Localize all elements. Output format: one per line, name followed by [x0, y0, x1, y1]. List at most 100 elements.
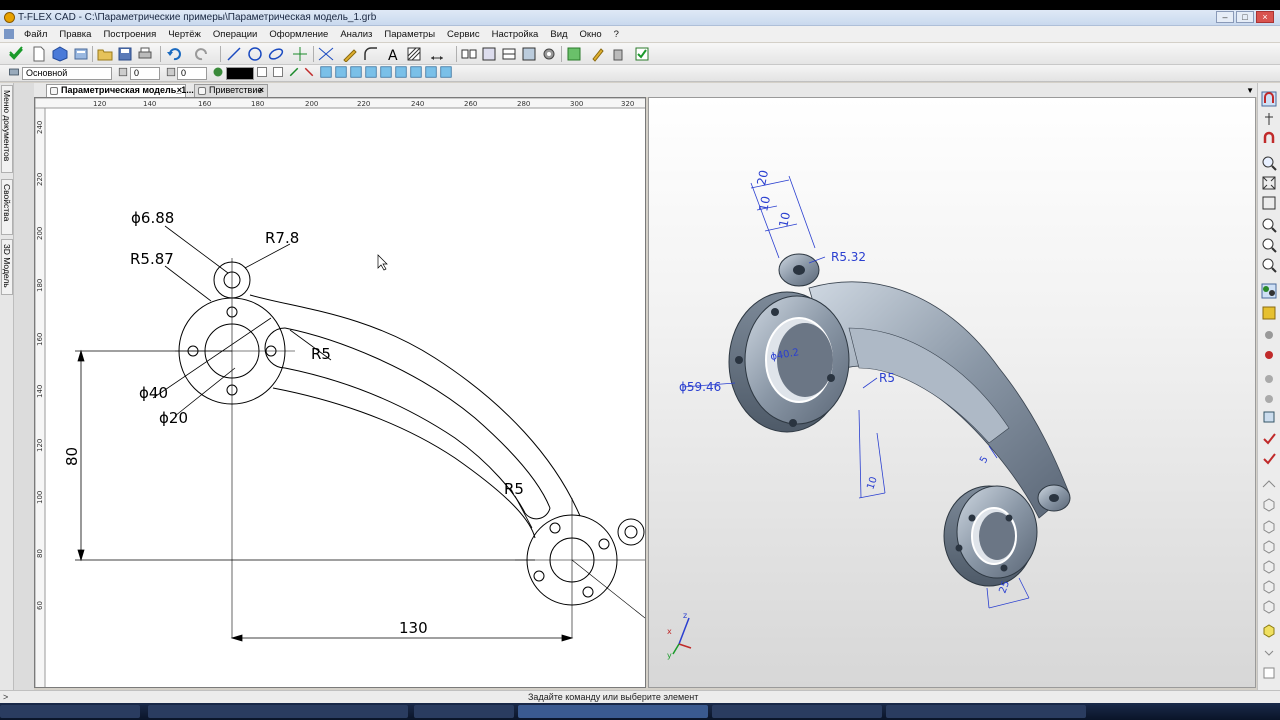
snap-grid-icon[interactable]: [440, 66, 452, 78]
menu-service[interactable]: Сервис: [441, 29, 486, 40]
menu-help[interactable]: ?: [608, 29, 625, 40]
print-icon[interactable]: [137, 46, 153, 62]
menu-draw[interactable]: Чертёж: [162, 29, 207, 40]
color-swatch[interactable]: [226, 67, 254, 80]
explode-icon[interactable]: [1261, 391, 1277, 407]
menu-edit[interactable]: Правка: [53, 29, 97, 40]
tab-parametric-model[interactable]: Параметрическая модель_1... ×: [46, 84, 194, 97]
taskbar-item[interactable]: [414, 705, 514, 718]
check-model-icon[interactable]: [1261, 451, 1277, 467]
view-right-icon[interactable]: [1261, 559, 1277, 575]
pin-icon[interactable]: [1261, 111, 1277, 127]
table-icon[interactable]: [501, 46, 517, 62]
redo-icon[interactable]: [194, 46, 210, 62]
copy-view-icon[interactable]: [1261, 409, 1277, 425]
confirm-check-icon[interactable]: [8, 46, 24, 62]
check-icon[interactable]: [634, 46, 650, 62]
snap-intersection-icon[interactable]: [335, 66, 347, 78]
check-geometry-icon[interactable]: [1261, 431, 1277, 447]
maximize-button[interactable]: □: [1236, 11, 1254, 23]
minimize-button[interactable]: –: [1216, 11, 1234, 23]
snap-point-icon[interactable]: [320, 66, 332, 78]
line-tool-icon[interactable]: [226, 46, 242, 62]
menu-settings[interactable]: Настройка: [486, 29, 545, 40]
view-3d-window[interactable]: 20 10 10 R5.32 ϕ40.2 ϕ59.46 R5 10 5 25 z…: [648, 97, 1256, 688]
tab-3d-model[interactable]: 3D Модель: [1, 239, 13, 295]
taskbar-item[interactable]: [148, 705, 408, 718]
undo-icon[interactable]: [166, 46, 182, 62]
zoom-extents-icon[interactable]: [1261, 175, 1277, 191]
close-button[interactable]: ×: [1256, 11, 1274, 23]
view-normal-icon[interactable]: [1261, 665, 1277, 681]
zoom-window-icon[interactable]: [1261, 155, 1277, 171]
fillet-icon[interactable]: [363, 46, 379, 62]
priority-field[interactable]: 0: [177, 67, 207, 80]
menu-construct[interactable]: Построения: [97, 29, 162, 40]
drawing-2d-window[interactable]: 120 140 160 180 200 220 240 260 280 300 …: [34, 97, 646, 688]
color-palette-icon[interactable]: [212, 66, 224, 78]
view-front-icon[interactable]: [1261, 497, 1277, 513]
fragment-icon[interactable]: [481, 46, 497, 62]
menu-view[interactable]: Вид: [544, 29, 573, 40]
document-menu-icon[interactable]: [4, 29, 14, 39]
edit-icon[interactable]: [590, 46, 606, 62]
tabs-dropdown-icon[interactable]: ▼: [1246, 86, 1254, 95]
zoom-previous-icon[interactable]: [1261, 257, 1277, 273]
zoom-page-icon[interactable]: [1261, 195, 1277, 211]
menu-annotation[interactable]: Оформление: [263, 29, 334, 40]
view-icon[interactable]: [461, 46, 477, 62]
dimension-tool-icon[interactable]: [429, 46, 445, 62]
circle-tool-icon[interactable]: [247, 46, 263, 62]
taskbar-item-active[interactable]: [518, 705, 708, 718]
bom-icon[interactable]: [521, 46, 537, 62]
snap-nearest-icon[interactable]: [425, 66, 437, 78]
tab-welcome[interactable]: Приветствие ×: [194, 84, 268, 97]
new-document-icon[interactable]: [31, 46, 47, 62]
ellipse-tool-icon[interactable]: [268, 46, 284, 62]
menu-window[interactable]: Окно: [574, 29, 608, 40]
menu-file[interactable]: Файл: [18, 29, 53, 40]
zoom-out-icon[interactable]: [1261, 237, 1277, 253]
save-icon[interactable]: [117, 46, 133, 62]
view-iso-icon[interactable]: [1261, 623, 1277, 639]
sketch-icon[interactable]: [342, 46, 358, 62]
delete-icon[interactable]: [610, 46, 626, 62]
magnet-icon[interactable]: [1261, 91, 1277, 107]
command-prompt[interactable]: >: [3, 692, 8, 702]
section-icon[interactable]: [1261, 371, 1277, 387]
node-tool-icon[interactable]: [292, 46, 308, 62]
orbit-icon[interactable]: [1261, 283, 1277, 299]
menu-analysis[interactable]: Анализ: [334, 29, 378, 40]
model-3d-canvas[interactable]: 20 10 10 R5.32 ϕ40.2 ϕ59.46 R5 10 5 25 z…: [649, 98, 1256, 688]
plane-icon[interactable]: [1261, 475, 1277, 491]
view-left-icon[interactable]: [1261, 539, 1277, 555]
view-back-icon[interactable]: [1261, 579, 1277, 595]
tab-document-menu[interactable]: Меню документов: [1, 85, 13, 173]
shading-icon[interactable]: [1261, 305, 1277, 321]
linetype-icon[interactable]: [256, 66, 268, 78]
drawing-canvas[interactable]: 120 140 160 180 200 220 240 260 280 300 …: [35, 98, 646, 688]
lineweight-icon[interactable]: [272, 66, 284, 78]
menu-operations[interactable]: Операции: [207, 29, 263, 40]
snap-end-icon[interactable]: [380, 66, 392, 78]
layer-combo[interactable]: Основной: [22, 67, 112, 80]
settings-icon[interactable]: [541, 46, 557, 62]
new-3d-model-icon[interactable]: [52, 46, 68, 62]
taskbar-item[interactable]: [886, 705, 1086, 718]
snap-center-icon[interactable]: [350, 66, 362, 78]
open-file-icon[interactable]: [73, 46, 89, 62]
open-folder-icon[interactable]: [97, 46, 113, 62]
level-field[interactable]: 0: [130, 67, 160, 80]
taskbar-item[interactable]: [712, 705, 882, 718]
zoom-in-icon[interactable]: [1261, 217, 1277, 233]
construction-line-icon[interactable]: [318, 46, 334, 62]
view-dropdown-icon[interactable]: [1261, 645, 1277, 661]
view-bottom-icon[interactable]: [1261, 599, 1277, 615]
snap-middle-icon[interactable]: [395, 66, 407, 78]
menu-parameters[interactable]: Параметры: [378, 29, 441, 40]
layers-icon[interactable]: [1261, 327, 1277, 343]
hatch-tool-icon[interactable]: [406, 46, 422, 62]
text-tool-icon[interactable]: A: [385, 46, 401, 62]
snap-tangent-icon[interactable]: [365, 66, 377, 78]
tab-properties[interactable]: Свойства: [1, 179, 13, 235]
